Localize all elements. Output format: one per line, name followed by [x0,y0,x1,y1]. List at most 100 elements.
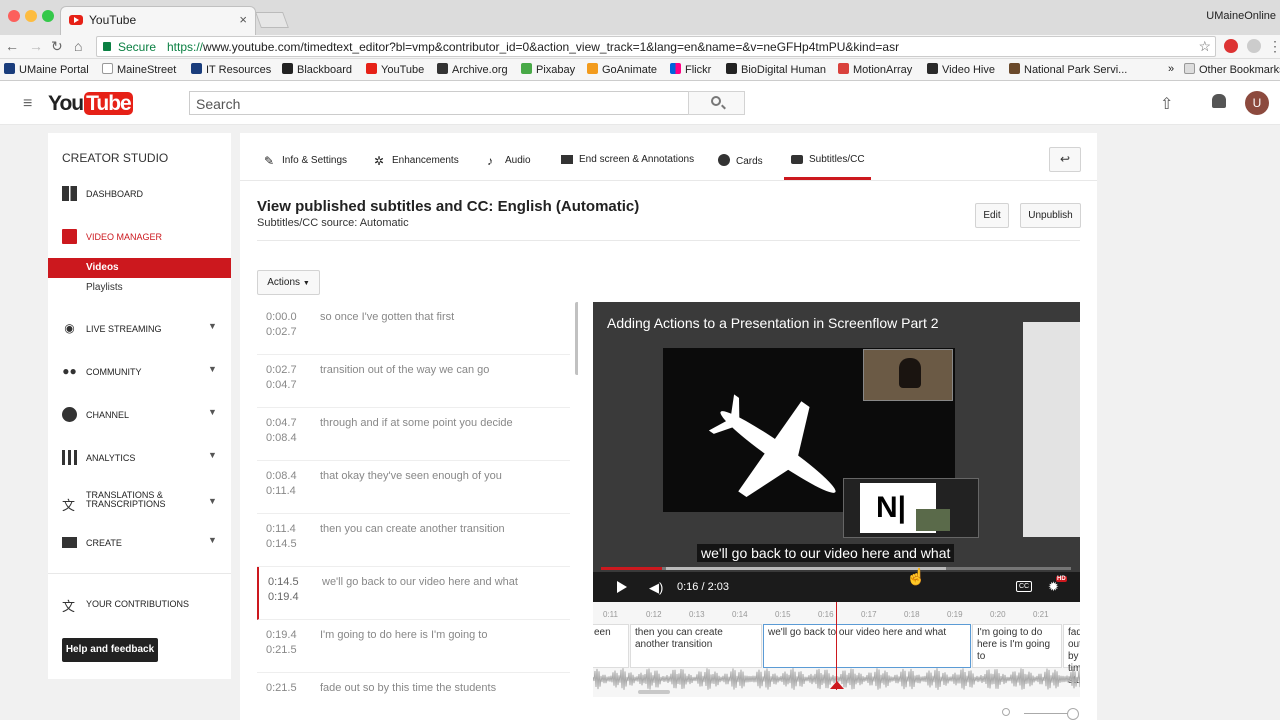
video-progress-bar[interactable] [601,567,1071,570]
avatar[interactable]: U [1245,91,1269,115]
bookmark-pixabay[interactable]: Pixabay [521,63,575,76]
maximize-window-button[interactable] [42,10,54,22]
timeline-zoom[interactable] [1002,708,1082,720]
new-tab-button[interactable] [255,12,289,28]
sidebar-item-community[interactable]: ●● COMMUNITY ▼ [48,361,231,383]
timeline-segment[interactable]: een [593,624,629,668]
zoom-slider-knob[interactable] [1067,708,1079,720]
bookmarks-overflow[interactable]: » [1168,63,1174,75]
actions-dropdown[interactable]: Actions ▼ [257,270,320,295]
sidebar-item-channel[interactable]: CHANNEL ▼ [48,404,231,426]
caption-row[interactable]: 0:19.4 0:21.5 I'm going to do here is I'm … [257,620,570,673]
extension-icon[interactable] [1247,39,1261,53]
bookmark-biodigital[interactable]: BioDigital Human [726,63,826,76]
chevron-down-icon[interactable]: ▼ [208,535,217,545]
bookmark-it-resources[interactable]: IT Resources [191,63,271,76]
minimize-window-button[interactable] [25,10,37,22]
video-player[interactable]: Adding Actions to a Presentation in Scre… [593,302,1080,602]
unpublish-button[interactable]: Unpublish [1020,203,1081,228]
caption-row[interactable]: 0:00.0 0:02.7 so once I've gotten that fir… [257,302,570,355]
caption-row-selected[interactable]: 0:14.5 0:19.4 we'll go back to our video h… [257,567,570,620]
bookmark-other[interactable]: Other Bookmarks [1184,63,1280,76]
caption-row[interactable]: 0:02.7 0:04.7 transition out of the way we… [257,355,570,408]
chevron-down-icon[interactable]: ▼ [208,450,217,460]
bookmark-videohive[interactable]: Video Hive [927,63,995,76]
search-button[interactable] [688,91,745,115]
browser-tab[interactable]: YouTube × [60,6,256,35]
chevron-down-icon[interactable]: ▼ [208,364,217,374]
tab-enhancements[interactable]: ✲ Enhancements [374,154,459,168]
sidebar-sub-videos[interactable]: Videos [48,258,231,278]
caption-timeline[interactable]: 0:11 0:12 0:13 0:14 0:15 0:16 0:17 0:18 … [593,602,1080,697]
chevron-down-icon[interactable]: ▼ [208,321,217,331]
caption-row[interactable]: 0:21.5 fade out so by this time the stude… [257,673,570,699]
folder-icon [1184,63,1195,74]
hamburger-menu-icon[interactable]: ≡ [23,95,32,113]
caption-list[interactable]: 0:00.0 0:02.7 so once I've gotten that fir… [257,302,578,699]
timeline-scrollbar[interactable] [638,690,670,694]
bookmark-flickr[interactable]: Flickr [670,63,711,76]
bookmark-nps[interactable]: National Park Servi... [1009,63,1127,76]
timeline-segment-selected[interactable]: we'll go back to our video here and what [763,624,971,668]
timeline-segment[interactable]: I'm going to do here is I'm going to [972,624,1062,668]
bookmark-mainestreet[interactable]: MaineStreet [102,63,176,76]
sidebar-title[interactable]: CREATOR STUDIO [62,151,168,165]
caption-list-scrollbar[interactable] [575,302,578,375]
youtube-logo[interactable]: You Tube [48,92,133,116]
caption-row[interactable]: 0:11.4 0:14.5 then you can create another … [257,514,570,567]
search-input[interactable]: Search [189,91,689,115]
sidebar-item-video-manager[interactable]: VIDEO MANAGER [48,226,231,248]
chevron-down-icon[interactable]: ▼ [208,407,217,417]
tab-info-settings[interactable]: ✎ Info & Settings [264,154,347,168]
bookmark-star-icon[interactable]: ☆ [1198,38,1211,55]
tab-end-screen[interactable]: End screen & Annotations [561,154,694,165]
caption-row[interactable]: 0:04.7 0:08.4 through and if at some point… [257,408,570,461]
bookmark-blackboard[interactable]: Blackboard [282,63,352,76]
upload-icon[interactable]: ⇧ [1160,94,1173,114]
translate-icon: 文 [62,498,76,513]
bookmark-umaine-portal[interactable]: UMaine Portal [4,63,89,76]
profile-name[interactable]: UMaineOnline [1206,10,1276,22]
sidebar-sub-playlists[interactable]: Playlists [48,278,231,298]
tab-audio[interactable]: ♪ Audio [487,154,531,168]
edit-button[interactable]: Edit [975,203,1009,228]
timeline-segment[interactable]: then you can create another transition [630,624,762,668]
home-icon[interactable]: ⌂ [74,38,82,54]
close-window-button[interactable] [8,10,20,22]
playhead[interactable] [836,602,837,690]
settings-gear-icon[interactable]: ✹ HD [1048,576,1067,595]
chevron-down-icon[interactable]: ▼ [208,496,217,506]
back-arrow-button[interactable]: ↩ [1049,147,1081,172]
video-title[interactable]: Adding Actions to a Presentation in Scre… [607,315,939,331]
tab-close-button[interactable]: × [239,12,247,27]
adblock-icon[interactable] [1224,39,1238,53]
menu-dots-icon[interactable]: ⋮ [1268,38,1280,55]
bookmark-goanimate[interactable]: GoAnimate [587,63,657,76]
playhead-handle[interactable] [830,681,844,689]
play-icon[interactable] [617,581,627,593]
reload-icon[interactable]: ↻ [51,38,63,55]
video-subtitle-overlay: we'll go back to our video here and what [697,544,955,562]
sidebar-item-live-streaming[interactable]: ◉ LIVE STREAMING ▼ [48,318,231,340]
cc-button[interactable]: CC [1016,581,1032,592]
back-icon[interactable]: ← [5,38,19,54]
notification-bell-icon[interactable] [1212,94,1226,108]
caption-row[interactable]: 0:08.4 0:11.4 that okay they've seen enoug… [257,461,570,514]
bookmark-archive[interactable]: Archive.org [437,63,508,76]
tab-cards[interactable]: Cards [718,154,763,167]
sidebar-item-analytics[interactable]: ANALYTICS ▼ [48,447,231,469]
forward-icon[interactable]: → [29,38,43,54]
sidebar-item-translations[interactable]: 文 TRANSLATIONS & TRANSCRIPTIONS ▼ [48,489,231,517]
bookmark-motionarray[interactable]: MotionArray [838,63,912,76]
timeline-segment[interactable]: fade out so by this time stu [1063,624,1080,686]
bookmark-youtube[interactable]: YouTube [366,63,424,76]
url-field[interactable]: Secure https://www.youtube.com/timedtext… [96,36,1216,57]
sidebar-item-dashboard[interactable]: DASHBOARD [48,183,231,205]
tab-subtitles-cc[interactable]: Subtitles/CC [791,154,865,165]
help-feedback-button[interactable]: Help and feedback [62,638,158,662]
sidebar-item-create[interactable]: CREATE ▼ [48,532,231,554]
tab-title: YouTube [89,13,137,27]
buffered-bar [666,567,946,570]
volume-icon[interactable]: ◀) [649,580,663,596]
sidebar-item-your-contributions[interactable]: 文 YOUR CONTRIBUTIONS [48,593,231,615]
